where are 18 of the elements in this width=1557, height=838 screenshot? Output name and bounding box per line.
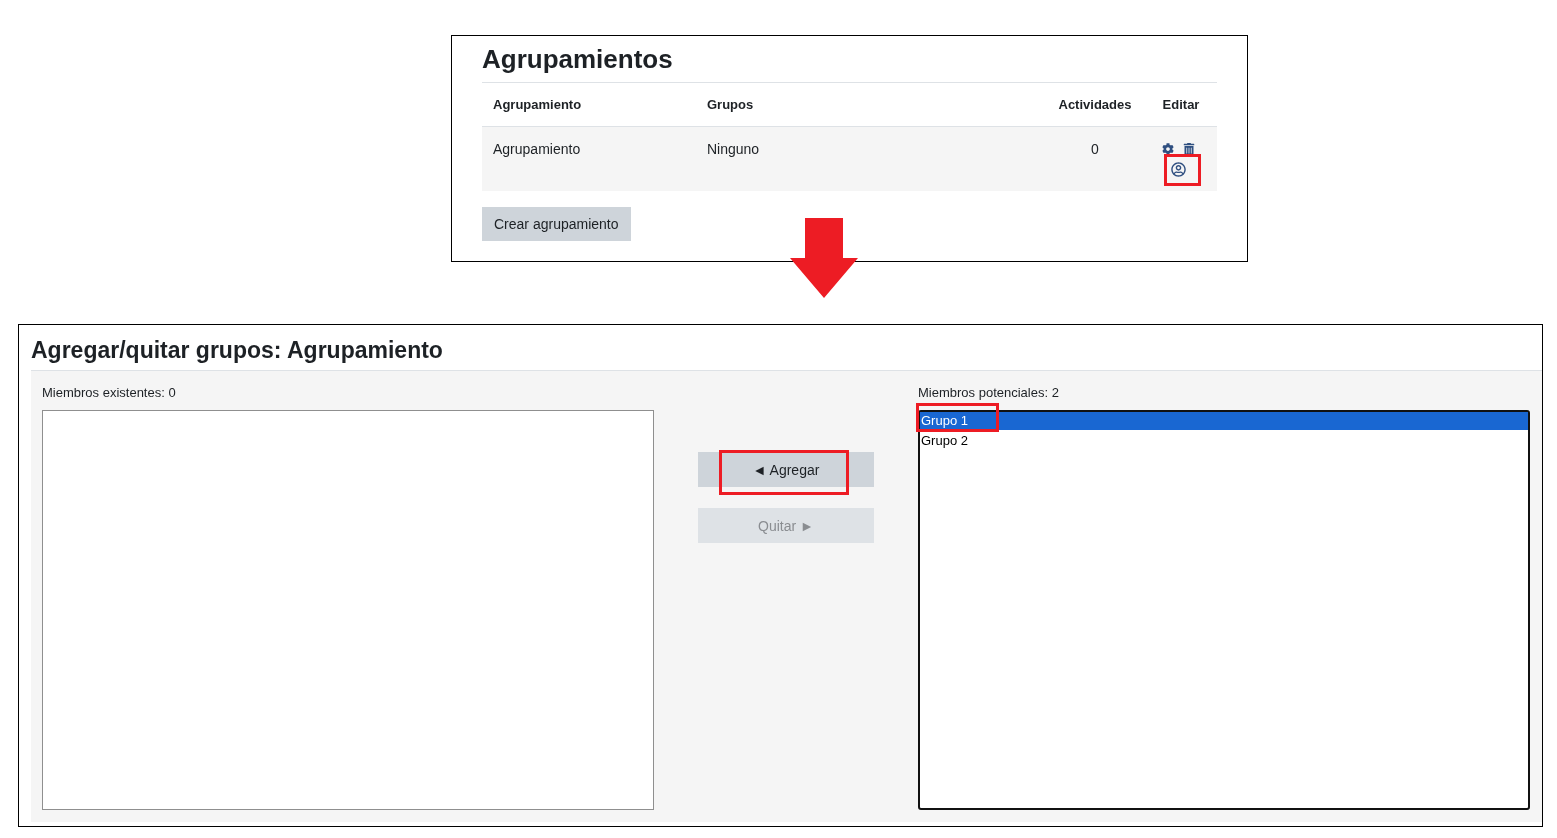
add-button[interactable]: ◄ Agregar: [698, 452, 874, 487]
create-grouping-button[interactable]: Crear agrupamiento: [482, 207, 631, 241]
table-cell-text: 0: [1090, 140, 1100, 158]
column-header: Editar: [1161, 95, 1201, 114]
down-arrow-icon: [790, 218, 858, 298]
list-label: Miembros existentes: 0: [42, 384, 177, 402]
column-header: Agrupamiento: [492, 95, 583, 114]
list-option[interactable]: Grupo 2: [920, 432, 1528, 450]
settings-icon[interactable]: [1161, 143, 1174, 155]
list-option[interactable]: Grupo 1: [920, 412, 1528, 430]
table-cell-text: Agrupamiento: [492, 140, 582, 158]
panel-title: Agregar/quitar grupos: Agrupamiento: [30, 336, 444, 365]
panel-title: Agrupamientos: [482, 36, 1217, 83]
column-header: Grupos: [706, 95, 755, 114]
column-header: Actividades: [1057, 95, 1133, 114]
trash-icon[interactable]: [1182, 143, 1195, 155]
list-label: Miembros potenciales: 2: [918, 384, 1060, 402]
table-cell-text: Ninguno: [706, 140, 761, 158]
